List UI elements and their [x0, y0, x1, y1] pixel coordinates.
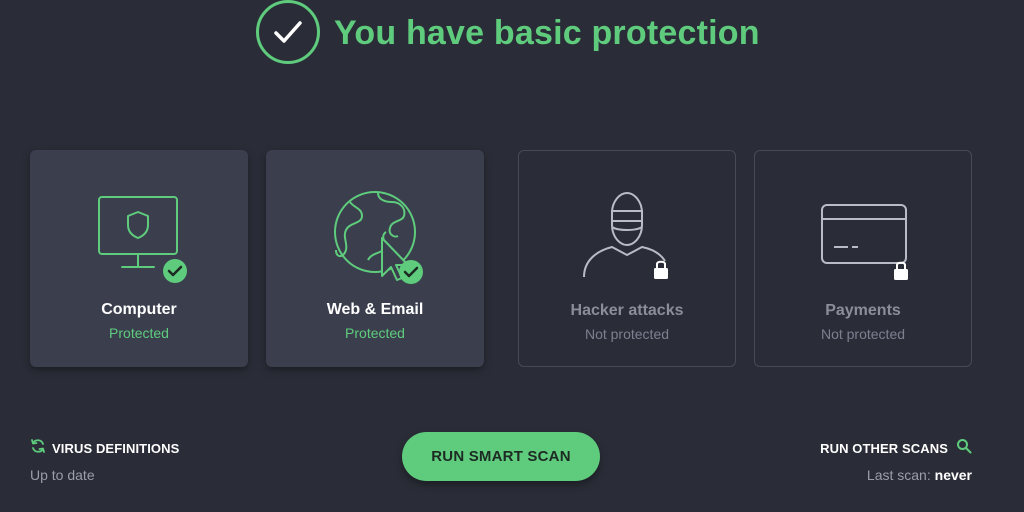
refresh-icon	[30, 438, 46, 459]
card-status: Not protected	[584, 326, 670, 342]
last-scan-value: never	[934, 467, 972, 483]
virus-definitions-status: Up to date	[30, 467, 95, 483]
virus-definitions-label[interactable]: VIRUS DEFINITIONS	[52, 441, 179, 456]
last-scan: Last scan: never	[820, 467, 972, 483]
card-title: Web & Email	[326, 301, 424, 318]
virus-definitions: VIRUS DEFINITIONS Up to date	[30, 438, 179, 483]
run-other-scans-link[interactable]: RUN OTHER SCANS	[820, 438, 972, 459]
run-smart-scan-button[interactable]: RUN SMART SCAN	[402, 432, 600, 481]
card-title: Computer	[101, 301, 177, 318]
page-title: You have basic protection	[334, 14, 760, 52]
check-circle-icon	[256, 0, 320, 64]
hacker-icon	[519, 191, 735, 291]
run-other-scans-label[interactable]: RUN OTHER SCANS	[820, 441, 948, 456]
card-status: Not protected	[820, 326, 906, 342]
credit-card-icon	[755, 191, 971, 291]
card-title: Payments	[825, 302, 901, 319]
other-scans: RUN OTHER SCANS Last scan: never	[820, 438, 972, 483]
card-web-email[interactable]: Web & Email Protected	[266, 150, 484, 367]
card-title: Hacker attacks	[570, 302, 684, 319]
monitor-shield-icon	[30, 190, 248, 290]
card-payments[interactable]: Payments Not protected	[754, 150, 972, 367]
search-icon[interactable]	[956, 438, 972, 459]
card-computer[interactable]: Computer Protected	[30, 150, 248, 367]
last-scan-label: Last scan:	[866, 467, 931, 483]
card-status: Protected	[109, 325, 169, 341]
card-status: Protected	[345, 325, 405, 341]
globe-cursor-icon	[266, 190, 484, 290]
header: You have basic protection	[0, 0, 1024, 70]
card-hacker-attacks[interactable]: Hacker attacks Not protected	[518, 150, 736, 367]
